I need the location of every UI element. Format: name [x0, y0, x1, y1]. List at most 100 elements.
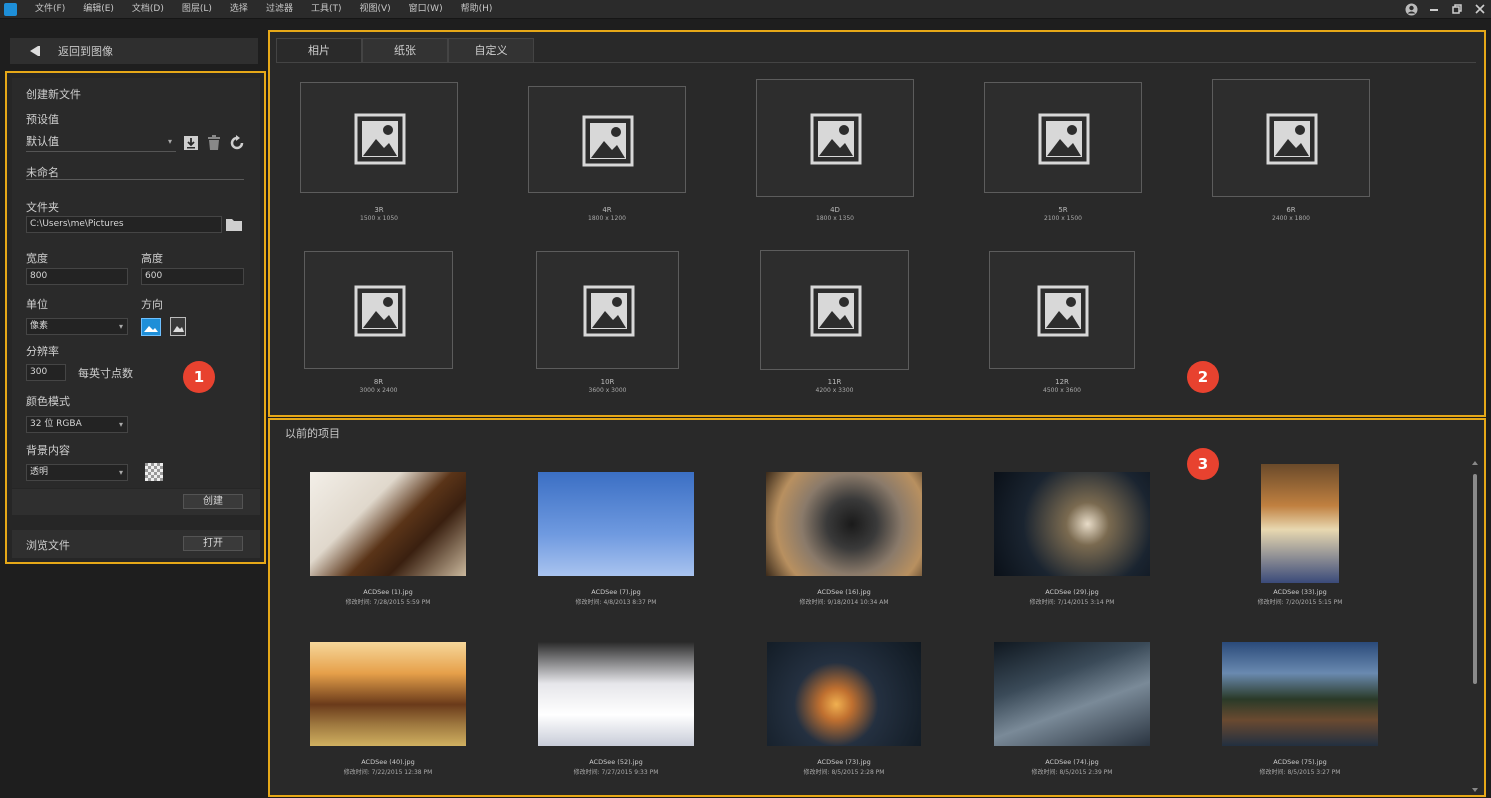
landscape-orientation-icon[interactable] — [141, 318, 161, 336]
width-input[interactable]: 800 — [26, 268, 128, 285]
menu-layer[interactable]: 图层(L) — [175, 0, 219, 19]
recent-file-name: ACDSee (52).jpg — [589, 758, 643, 766]
menu-bar: 文件(F) 编辑(E) 文档(D) 图层(L) 选择 过滤器 工具(T) 视图(… — [0, 0, 1491, 19]
create-new-file-panel: 创建新文件 预设值 默认值 ▾ 未命名 文件夹 C:\Users\me\Pictu… — [5, 71, 266, 564]
background-label: 背景内容 — [26, 444, 70, 457]
menu-select[interactable]: 选择 — [223, 0, 255, 19]
template-size: 1500 x 1050 — [360, 215, 398, 222]
recent-item[interactable]: ACDSee (74).jpg 修改时间: 8/5/2015 2:39 PM — [991, 642, 1153, 776]
recent-item[interactable]: ACDSee (75).jpg 修改时间: 8/5/2015 3:27 PM — [1219, 642, 1381, 776]
menu-window[interactable]: 窗口(W) — [402, 0, 450, 19]
tab-photo[interactable]: 相片 — [276, 38, 362, 62]
template-item-4D[interactable]: 4D 1800 x 1350 — [754, 79, 916, 222]
template-size: 3600 x 3000 — [588, 387, 627, 394]
unit-select[interactable]: 像素 ▾ — [26, 318, 128, 335]
height-input[interactable]: 600 — [141, 268, 244, 285]
recent-item[interactable]: ACDSee (1).jpg 修改时间: 7/28/2015 5:59 PM — [307, 472, 469, 606]
tab-custom[interactable]: 自定义 — [448, 38, 534, 62]
recent-item[interactable]: ACDSee (73).jpg 修改时间: 8/5/2015 2:28 PM — [763, 642, 925, 776]
menu-document[interactable]: 文档(D) — [125, 0, 171, 19]
template-item-11R[interactable]: 11R 4200 x 3300 — [754, 250, 916, 394]
recent-thumbnail — [1261, 464, 1339, 583]
template-item-8R[interactable]: 8R 3000 x 2400 — [298, 251, 460, 394]
resolution-input[interactable]: 300 — [26, 364, 66, 381]
recent-thumbnail — [538, 472, 694, 576]
recent-file-name: ACDSee (7).jpg — [591, 588, 641, 596]
image-placeholder-icon — [1266, 113, 1318, 165]
recent-item[interactable]: ACDSee (7).jpg 修改时间: 4/8/2013 8:37 PM — [535, 472, 697, 606]
browse-folder-icon[interactable] — [226, 217, 242, 231]
callout-badge-1: 1 — [183, 361, 215, 393]
delete-preset-icon[interactable] — [206, 135, 222, 151]
template-item-6R[interactable]: 6R 2400 x 1800 — [1210, 79, 1372, 222]
save-preset-icon[interactable] — [183, 135, 199, 151]
recent-scrollbar[interactable] — [1472, 460, 1478, 793]
template-frame — [304, 251, 453, 369]
portrait-orientation-icon[interactable] — [170, 317, 186, 336]
template-size: 1800 x 1350 — [816, 215, 854, 222]
scroll-down-icon[interactable] — [1472, 787, 1478, 793]
tab-paper[interactable]: 纸张 — [362, 38, 448, 62]
background-value: 透明 — [30, 467, 49, 477]
image-placeholder-icon — [354, 113, 406, 164]
template-item-10R[interactable]: 10R 3600 x 3000 — [527, 251, 689, 394]
tab-divider — [276, 62, 1476, 63]
resolution-label: 分辨率 — [26, 345, 59, 358]
recent-thumbnail — [310, 472, 466, 576]
browse-row: 浏览文件 打开 — [12, 530, 260, 558]
back-to-image-button[interactable]: 返回到图像 — [10, 38, 258, 64]
create-button[interactable]: 创建 — [183, 494, 243, 509]
menu-tools[interactable]: 工具(T) — [304, 0, 349, 19]
menu-help[interactable]: 帮助(H) — [454, 0, 500, 19]
recent-thumbnail — [310, 642, 466, 746]
chevron-down-icon: ▾ — [118, 468, 123, 477]
recent-item[interactable]: ACDSee (16).jpg 修改时间: 9/18/2014 10:34 AM — [763, 472, 925, 606]
recent-item[interactable]: ACDSee (29).jpg 修改时间: 7/14/2015 3:14 PM — [991, 472, 1153, 606]
color-mode-label: 颜色模式 — [26, 395, 70, 408]
recent-file-name: ACDSee (75).jpg — [1273, 758, 1327, 766]
minimize-icon[interactable] — [1427, 2, 1441, 16]
recent-items-title: 以前的项目 — [285, 427, 340, 440]
recent-file-name: ACDSee (1).jpg — [363, 588, 413, 596]
scroll-up-icon[interactable] — [1472, 460, 1478, 466]
app-logo[interactable] — [4, 3, 17, 16]
scroll-thumb[interactable] — [1473, 474, 1477, 684]
color-mode-select[interactable]: 32 位 RGBA ▾ — [26, 416, 128, 433]
restore-icon[interactable] — [1450, 2, 1464, 16]
recent-modified-date: 修改时间: 7/22/2015 12:38 PM — [343, 769, 433, 776]
transparent-checker-icon[interactable] — [145, 463, 163, 481]
template-item-12R[interactable]: 12R 4500 x 3600 — [981, 251, 1143, 394]
reset-preset-icon[interactable] — [229, 135, 245, 151]
template-frame — [528, 86, 686, 193]
back-arrow-icon — [30, 46, 40, 56]
file-name-input[interactable]: 未命名 — [26, 164, 59, 180]
create-row: 创建 — [12, 489, 260, 515]
folder-input[interactable]: C:\Users\me\Pictures — [26, 216, 222, 233]
template-frame — [760, 250, 909, 370]
recent-item[interactable]: ACDSee (40).jpg 修改时间: 7/22/2015 12:38 PM — [307, 642, 469, 776]
template-item-5R[interactable]: 5R 2100 x 1500 — [982, 82, 1144, 222]
close-icon[interactable] — [1473, 2, 1487, 16]
template-name: 4D — [830, 206, 840, 214]
chevron-down-icon: ▾ — [118, 420, 123, 429]
preset-select[interactable]: 默认值 ▾ — [26, 133, 176, 152]
recent-item[interactable]: ACDSee (33).jpg 修改时间: 7/20/2015 5:15 PM — [1219, 464, 1381, 606]
recent-item[interactable]: ACDSee (52).jpg 修改时间: 7/27/2015 9:33 PM — [535, 642, 697, 776]
recent-modified-date: 修改时间: 8/5/2015 2:39 PM — [1031, 769, 1113, 776]
menu-edit[interactable]: 编辑(E) — [76, 0, 121, 19]
menu-items: 文件(F) 编辑(E) 文档(D) 图层(L) 选择 过滤器 工具(T) 视图(… — [28, 0, 503, 19]
template-item-3R[interactable]: 3R 1500 x 1050 — [298, 82, 460, 222]
unit-label: 单位 — [26, 298, 48, 311]
template-frame — [989, 251, 1135, 369]
image-placeholder-icon — [583, 285, 634, 337]
menu-view[interactable]: 视图(V) — [352, 0, 397, 19]
recent-modified-date: 修改时间: 8/5/2015 2:28 PM — [803, 769, 885, 776]
open-button[interactable]: 打开 — [183, 536, 243, 551]
template-item-4R[interactable]: 4R 1800 x 1200 — [526, 86, 688, 222]
background-select[interactable]: 透明 ▾ — [26, 464, 128, 481]
menu-file[interactable]: 文件(F) — [28, 0, 72, 19]
callout-badge-3: 3 — [1187, 448, 1219, 480]
menu-filter[interactable]: 过滤器 — [259, 0, 300, 19]
unit-value: 像素 — [30, 321, 49, 331]
account-icon[interactable] — [1404, 2, 1418, 16]
